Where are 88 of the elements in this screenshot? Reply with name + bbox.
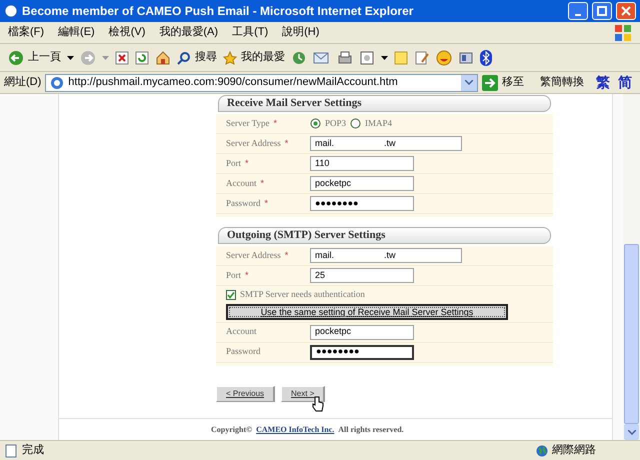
chevron-down-icon xyxy=(465,80,473,85)
menu-item[interactable]: 檢視(V) xyxy=(108,24,146,41)
checkbox-label: SMTP Server needs authentication xyxy=(240,288,365,301)
required-mark: * xyxy=(284,248,288,262)
copyright-text: All rights reserved. xyxy=(338,424,404,436)
back-button[interactable]: 上一頁 xyxy=(28,49,61,66)
required-mark: * xyxy=(245,156,249,170)
field-label: Port xyxy=(226,268,242,282)
menu-item[interactable]: 工具(T) xyxy=(232,24,268,41)
simplified-button[interactable]: 简 xyxy=(618,72,632,93)
close-icon xyxy=(621,6,631,16)
copyright-text: Copyright© xyxy=(211,424,252,436)
input-field[interactable]: pocketpc xyxy=(310,176,414,191)
input-field[interactable]: ●●●●●●●● xyxy=(310,196,414,211)
input-field[interactable]: 110 xyxy=(310,156,414,171)
input-field[interactable]: pocketpc xyxy=(310,324,414,340)
home-icon[interactable] xyxy=(155,50,171,66)
stop-icon[interactable] xyxy=(115,50,129,64)
history-icon[interactable] xyxy=(291,50,307,66)
search-button[interactable]: 搜尋 xyxy=(195,49,217,66)
field-label: Password xyxy=(226,196,261,210)
go-button[interactable]: 移至 xyxy=(502,74,524,91)
bluetooth-icon[interactable] xyxy=(480,50,492,66)
refresh-icon[interactable] xyxy=(135,50,149,64)
input-field[interactable]: mail. .tw xyxy=(310,248,462,263)
url-text: http://pushmail.mycameo.com:9090/consumer/newMailAccount.htm xyxy=(68,75,399,90)
menu-item[interactable]: 我的最愛(A) xyxy=(159,24,218,41)
company-link[interactable]: CAMEO InfoTech Inc. xyxy=(256,424,334,436)
copy-settings-button[interactable]: Use the same setting of Receive Mail Server Settings xyxy=(226,304,508,320)
dropdown-button[interactable] xyxy=(461,74,477,90)
field-label: Server Type xyxy=(226,116,270,130)
windows-logo-icon xyxy=(614,24,632,42)
scrollbar[interactable] xyxy=(623,94,640,440)
maximize-button[interactable] xyxy=(592,2,612,20)
chevron-down-icon xyxy=(628,430,636,434)
required-mark: * xyxy=(284,136,288,150)
mail-icon[interactable] xyxy=(313,50,331,64)
radio-button[interactable] xyxy=(310,118,321,129)
zone-text: 網際網路 xyxy=(552,443,596,458)
dropdown-caret-icon[interactable] xyxy=(67,56,74,60)
required-mark: * xyxy=(260,176,264,190)
minimize-icon xyxy=(575,14,581,16)
close-button[interactable] xyxy=(616,2,636,20)
hand-cursor-icon xyxy=(312,396,324,412)
status-text: 完成 xyxy=(22,442,45,458)
field-label: Port xyxy=(226,156,242,170)
radio-label: IMAP4 xyxy=(365,116,392,130)
section-title: Receive Mail Server Settings xyxy=(227,96,362,112)
field-label: Account xyxy=(226,176,256,190)
dropdown-caret-icon[interactable] xyxy=(381,56,388,60)
previous-button[interactable]: < Previous xyxy=(216,386,276,402)
radio-button[interactable] xyxy=(350,118,362,129)
star-icon[interactable] xyxy=(223,50,237,64)
search-icon[interactable] xyxy=(177,50,191,64)
window-title: Become member of CAMEO Push Email - Microsoft Internet Explorer xyxy=(22,3,414,20)
notepad-icon[interactable] xyxy=(414,50,430,66)
page-icon xyxy=(4,444,18,458)
field-label: Password xyxy=(226,345,261,358)
maximize-icon xyxy=(597,6,607,16)
required-mark: * xyxy=(264,196,268,210)
go-arrow-icon[interactable] xyxy=(482,74,498,90)
scrollbar-thumb[interactable] xyxy=(624,244,639,424)
required-mark: * xyxy=(245,268,249,282)
field-label: Server Address xyxy=(226,136,281,150)
page-icon xyxy=(50,76,64,90)
field-label: Account xyxy=(226,325,256,338)
globe-icon xyxy=(536,444,548,456)
input-field[interactable]: 25 xyxy=(310,268,414,283)
required-mark: * xyxy=(273,116,277,130)
input-field[interactable]: ●●●●●●●● xyxy=(310,344,414,360)
menu-item[interactable]: 說明(H) xyxy=(282,24,320,41)
smiley-icon[interactable] xyxy=(436,50,452,66)
menu-item[interactable]: 編輯(E) xyxy=(58,24,95,41)
minimize-button[interactable] xyxy=(568,2,588,20)
convert-button[interactable]: 繁簡轉換 xyxy=(540,74,584,91)
scroll-down-button[interactable] xyxy=(624,424,639,440)
section-title: Outgoing (SMTP) Server Settings xyxy=(227,228,386,244)
input-field[interactable]: mail. .tw xyxy=(310,136,462,151)
favorites-button[interactable]: 我的最愛 xyxy=(241,49,285,66)
radio-label: POP3 xyxy=(325,116,346,130)
traditional-button[interactable]: 繁 xyxy=(596,72,610,93)
address-field[interactable]: http://pushmail.mycameo.com:9090/consumer/newMailAccount.htm xyxy=(45,74,478,92)
next-button[interactable]: Next > xyxy=(281,386,326,402)
menu-item[interactable]: 檔案(F) xyxy=(8,24,44,41)
field-label: Server Address xyxy=(226,248,281,262)
print-icon[interactable] xyxy=(337,50,353,66)
address-label: 網址(D) xyxy=(4,75,42,90)
checkbox[interactable] xyxy=(226,290,236,300)
